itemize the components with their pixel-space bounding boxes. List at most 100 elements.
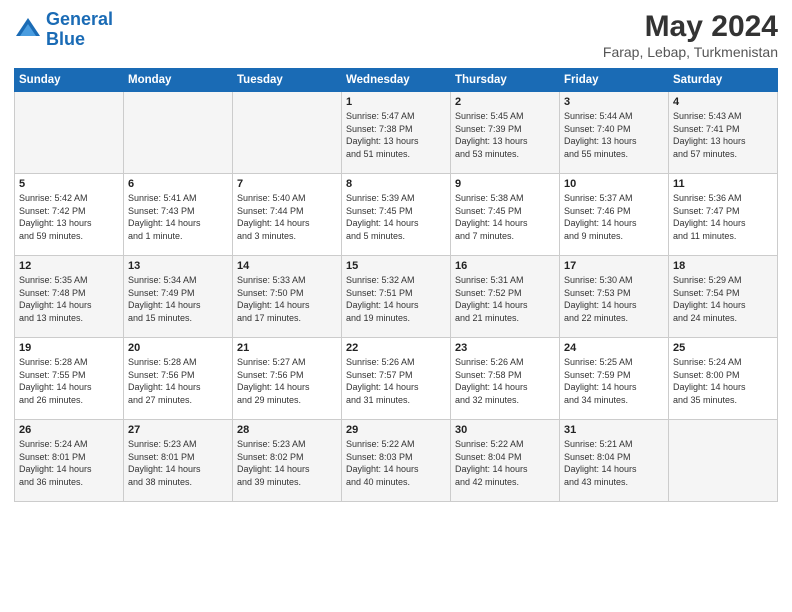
calendar-day: 26 Sunrise: 5:24 AM Sunset: 8:01 PM Dayli…	[15, 420, 124, 502]
calendar-day: 29 Sunrise: 5:22 AM Sunset: 8:03 PM Dayli…	[342, 420, 451, 502]
day-info: Sunrise: 5:28 AM Sunset: 7:55 PM Dayligh…	[19, 356, 119, 406]
calendar-day	[124, 92, 233, 174]
header-row: Sunday Monday Tuesday Wednesday Thursday…	[15, 69, 778, 92]
calendar-day: 30 Sunrise: 5:22 AM Sunset: 8:04 PM Dayli…	[451, 420, 560, 502]
day-number: 28	[237, 424, 337, 436]
calendar-day: 7Sunrise: 5:40 AM Sunset: 7:44 PM Daylig…	[233, 174, 342, 256]
day-info: Sunrise: 5:39 AM Sunset: 7:45 PM Dayligh…	[346, 192, 446, 242]
month-title: May 2024	[603, 10, 778, 44]
day-info: Sunrise: 5:36 AM Sunset: 7:47 PM Dayligh…	[673, 192, 773, 242]
day-number: 27	[128, 424, 228, 436]
day-number: 31	[564, 424, 664, 436]
calendar-day: 9Sunrise: 5:38 AM Sunset: 7:45 PM Daylig…	[451, 174, 560, 256]
day-info: Sunrise: 5:23 AM Sunset: 8:02 PM Dayligh…	[237, 438, 337, 488]
calendar-week-2: 5 Sunrise: 5:42 AM Sunset: 7:42 PM Daylig…	[15, 174, 778, 256]
day-number: 2	[455, 96, 555, 108]
day-info: Sunrise: 5:32 AM Sunset: 7:51 PM Dayligh…	[346, 274, 446, 324]
day-number: 10	[564, 178, 664, 190]
day-info: Sunrise: 5:30 AM Sunset: 7:53 PM Dayligh…	[564, 274, 664, 324]
day-info: Sunrise: 5:44 AM Sunset: 7:40 PM Dayligh…	[564, 110, 664, 160]
col-saturday: Saturday	[669, 69, 778, 92]
col-sunday: Sunday	[15, 69, 124, 92]
calendar-day: 15 Sunrise: 5:32 AM Sunset: 7:51 PM Dayli…	[342, 256, 451, 338]
day-info: Sunrise: 5:26 AM Sunset: 7:57 PM Dayligh…	[346, 356, 446, 406]
day-info: Sunrise: 5:24 AM Sunset: 8:00 PM Dayligh…	[673, 356, 773, 406]
calendar-day: 6 Sunrise: 5:41 AM Sunset: 7:43 PM Daylig…	[124, 174, 233, 256]
logo: General Blue	[14, 10, 113, 50]
day-number: 11	[673, 178, 773, 190]
calendar-day: 25 Sunrise: 5:24 AM Sunset: 8:00 PM Dayli…	[669, 338, 778, 420]
day-info: Sunrise: 5:40 AM Sunset: 7:44 PM Dayligh…	[237, 192, 337, 242]
header: General Blue May 2024 Farap, Lebap, Turk…	[14, 10, 778, 60]
day-number: 16	[455, 260, 555, 272]
calendar-day	[669, 420, 778, 502]
col-wednesday: Wednesday	[342, 69, 451, 92]
day-info: Sunrise: 5:37 AM Sunset: 7:46 PM Dayligh…	[564, 192, 664, 242]
day-info: Sunrise: 5:33 AM Sunset: 7:50 PM Dayligh…	[237, 274, 337, 324]
calendar-day: 22 Sunrise: 5:26 AM Sunset: 7:57 PM Dayli…	[342, 338, 451, 420]
day-info: Sunrise: 5:23 AM Sunset: 8:01 PM Dayligh…	[128, 438, 228, 488]
day-number: 17	[564, 260, 664, 272]
col-friday: Friday	[560, 69, 669, 92]
calendar-day	[233, 92, 342, 174]
day-number: 12	[19, 260, 119, 272]
col-monday: Monday	[124, 69, 233, 92]
day-number: 24	[564, 342, 664, 354]
calendar-day: 13Sunrise: 5:34 AM Sunset: 7:49 PM Dayli…	[124, 256, 233, 338]
day-number: 15	[346, 260, 446, 272]
day-info: Sunrise: 5:43 AM Sunset: 7:41 PM Dayligh…	[673, 110, 773, 160]
day-info: Sunrise: 5:24 AM Sunset: 8:01 PM Dayligh…	[19, 438, 119, 488]
day-number: 1	[346, 96, 446, 108]
day-info: Sunrise: 5:27 AM Sunset: 7:56 PM Dayligh…	[237, 356, 337, 406]
day-number: 3	[564, 96, 664, 108]
calendar-day: 27 Sunrise: 5:23 AM Sunset: 8:01 PM Dayli…	[124, 420, 233, 502]
day-number: 4	[673, 96, 773, 108]
day-number: 22	[346, 342, 446, 354]
day-number: 19	[19, 342, 119, 354]
day-number: 26	[19, 424, 119, 436]
day-info: Sunrise: 5:22 AM Sunset: 8:03 PM Dayligh…	[346, 438, 446, 488]
calendar-day: 8 Sunrise: 5:39 AM Sunset: 7:45 PM Daylig…	[342, 174, 451, 256]
calendar-day: 3 Sunrise: 5:44 AM Sunset: 7:40 PM Daylig…	[560, 92, 669, 174]
day-number: 18	[673, 260, 773, 272]
day-number: 29	[346, 424, 446, 436]
calendar-week-3: 12 Sunrise: 5:35 AM Sunset: 7:48 PM Dayli…	[15, 256, 778, 338]
calendar-table: Sunday Monday Tuesday Wednesday Thursday…	[14, 68, 778, 502]
col-thursday: Thursday	[451, 69, 560, 92]
logo-general: General	[46, 9, 113, 29]
logo-text: General Blue	[46, 10, 113, 50]
day-info: Sunrise: 5:22 AM Sunset: 8:04 PM Dayligh…	[455, 438, 555, 488]
calendar-day: 31Sunrise: 5:21 AM Sunset: 8:04 PM Dayli…	[560, 420, 669, 502]
day-number: 14	[237, 260, 337, 272]
day-info: Sunrise: 5:42 AM Sunset: 7:42 PM Dayligh…	[19, 192, 119, 242]
day-info: Sunrise: 5:35 AM Sunset: 7:48 PM Dayligh…	[19, 274, 119, 324]
calendar-day: 5 Sunrise: 5:42 AM Sunset: 7:42 PM Daylig…	[15, 174, 124, 256]
calendar-week-5: 26 Sunrise: 5:24 AM Sunset: 8:01 PM Dayli…	[15, 420, 778, 502]
day-number: 21	[237, 342, 337, 354]
calendar-day: 11 Sunrise: 5:36 AM Sunset: 7:47 PM Dayli…	[669, 174, 778, 256]
day-number: 25	[673, 342, 773, 354]
calendar-day	[15, 92, 124, 174]
day-info: Sunrise: 5:25 AM Sunset: 7:59 PM Dayligh…	[564, 356, 664, 406]
day-number: 8	[346, 178, 446, 190]
calendar-day: 18Sunrise: 5:29 AM Sunset: 7:54 PM Dayli…	[669, 256, 778, 338]
calendar-day: 2Sunrise: 5:45 AM Sunset: 7:39 PM Daylig…	[451, 92, 560, 174]
day-number: 6	[128, 178, 228, 190]
day-number: 5	[19, 178, 119, 190]
calendar-day: 28 Sunrise: 5:23 AM Sunset: 8:02 PM Dayli…	[233, 420, 342, 502]
calendar-day: 4 Sunrise: 5:43 AM Sunset: 7:41 PM Daylig…	[669, 92, 778, 174]
page-container: General Blue May 2024 Farap, Lebap, Turk…	[0, 0, 792, 512]
logo-icon	[14, 16, 42, 44]
day-number: 23	[455, 342, 555, 354]
day-number: 30	[455, 424, 555, 436]
day-info: Sunrise: 5:41 AM Sunset: 7:43 PM Dayligh…	[128, 192, 228, 242]
day-info: Sunrise: 5:26 AM Sunset: 7:58 PM Dayligh…	[455, 356, 555, 406]
calendar-day: 19 Sunrise: 5:28 AM Sunset: 7:55 PM Dayli…	[15, 338, 124, 420]
day-info: Sunrise: 5:38 AM Sunset: 7:45 PM Dayligh…	[455, 192, 555, 242]
calendar-day: 14 Sunrise: 5:33 AM Sunset: 7:50 PM Dayli…	[233, 256, 342, 338]
day-info: Sunrise: 5:28 AM Sunset: 7:56 PM Dayligh…	[128, 356, 228, 406]
calendar-day: 24 Sunrise: 5:25 AM Sunset: 7:59 PM Dayli…	[560, 338, 669, 420]
calendar-day: 17 Sunrise: 5:30 AM Sunset: 7:53 PM Dayli…	[560, 256, 669, 338]
day-number: 13	[128, 260, 228, 272]
calendar-day: 12 Sunrise: 5:35 AM Sunset: 7:48 PM Dayli…	[15, 256, 124, 338]
